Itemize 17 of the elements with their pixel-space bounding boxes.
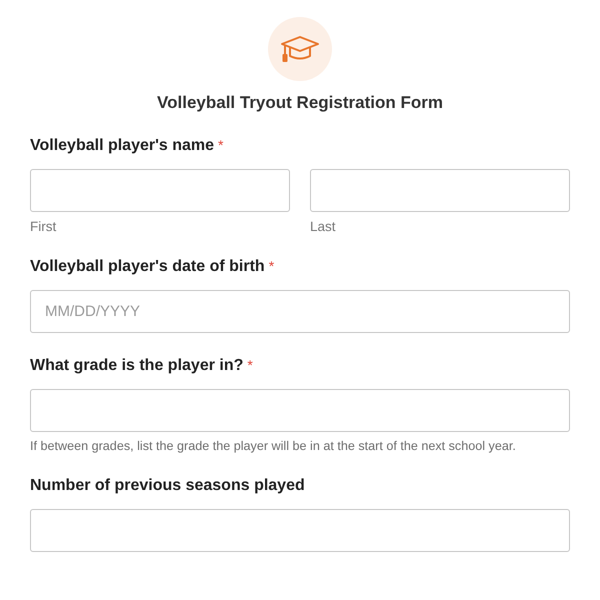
input-field[interactable] xyxy=(30,389,570,432)
sublabel: First xyxy=(30,219,58,234)
field-label: Number of previous seasons played xyxy=(30,477,305,495)
graduation-cap-icon xyxy=(280,35,320,63)
form-title: Volleyball Tryout Registration Form xyxy=(157,93,443,113)
field-label: What grade is the player in? xyxy=(30,357,244,375)
field-label: Volleyball player's name xyxy=(30,137,214,155)
sublabel: Last xyxy=(310,219,337,234)
required-marker: * xyxy=(218,137,224,153)
field-label: Volleyball player's date of birth xyxy=(30,258,265,276)
required-marker: * xyxy=(247,357,253,373)
input-field[interactable]: MM/DD/YYYY xyxy=(30,290,570,333)
field-hint: If between grades, list the grade the player will be in at the start of the next school year. xyxy=(30,439,517,453)
input-field[interactable] xyxy=(30,509,570,552)
required-marker: * xyxy=(268,258,274,274)
input-field[interactable] xyxy=(30,169,290,212)
input-field[interactable] xyxy=(310,169,570,212)
